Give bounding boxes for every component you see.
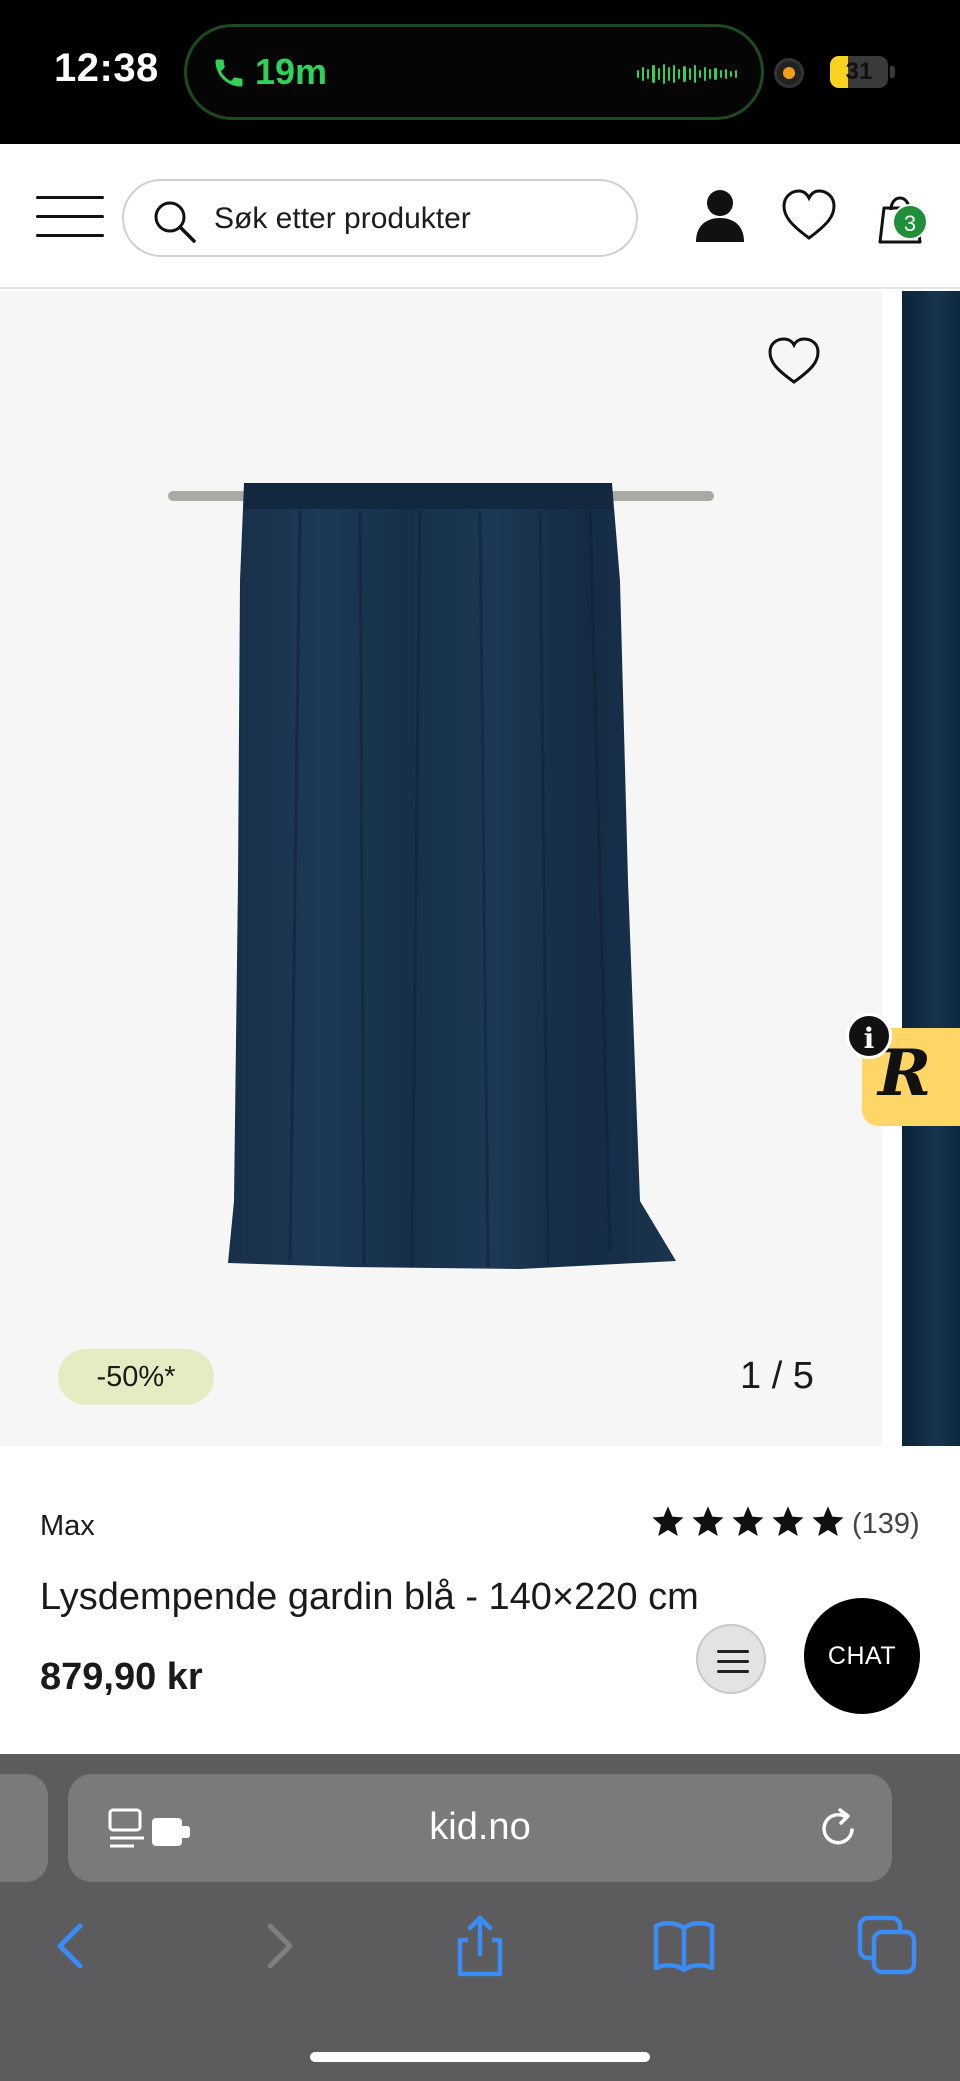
- product-title: Lysdempende gardin blå - 140×220 cm: [40, 1576, 699, 1618]
- heart-icon[interactable]: [780, 188, 838, 244]
- share-icon[interactable]: [448, 1914, 512, 1978]
- discount-badge: -50%*: [58, 1349, 214, 1405]
- star-icon: [772, 1506, 804, 1536]
- star-icon: [652, 1506, 684, 1536]
- product-image: [168, 483, 714, 1269]
- previous-tab-peek[interactable]: [0, 1774, 48, 1882]
- product-image-slide[interactable]: -50%* 1 / 5: [0, 291, 882, 1446]
- star-icon: [732, 1506, 764, 1536]
- forward-icon[interactable]: [246, 1914, 310, 1978]
- search-input[interactable]: Søk etter produkter: [122, 179, 638, 257]
- product-price: 879,90 kr: [40, 1656, 203, 1698]
- product-brand[interactable]: Max: [40, 1510, 95, 1543]
- star-icon: [692, 1506, 724, 1536]
- home-indicator[interactable]: [310, 2052, 650, 2062]
- next-product-image-slide[interactable]: [902, 291, 960, 1446]
- battery-level: 31: [845, 58, 873, 85]
- app-screen: 12:38 19m 31 Søk etter produkter 3 -50%*…: [0, 0, 960, 2081]
- search-placeholder: Søk etter produkter: [214, 202, 471, 235]
- bookmarks-icon[interactable]: [652, 1914, 716, 1978]
- search-icon: [154, 201, 196, 243]
- recording-indicator-icon: [774, 58, 804, 88]
- product-info: Max (139) Lysdempende gardin blå - 140×2…: [0, 1446, 960, 1754]
- add-to-wishlist-icon[interactable]: [766, 336, 822, 386]
- menu-button[interactable]: [696, 1624, 766, 1694]
- audio-waveform-icon: [637, 57, 738, 91]
- address-bar[interactable]: kid.no: [68, 1774, 892, 1882]
- user-icon[interactable]: [694, 188, 746, 244]
- chat-button[interactable]: CHAT: [804, 1598, 920, 1714]
- info-icon[interactable]: i: [846, 1013, 892, 1059]
- menu-icon[interactable]: [36, 196, 104, 238]
- url-text: kid.no: [429, 1806, 531, 1848]
- back-icon[interactable]: [40, 1914, 104, 1978]
- rating-stars[interactable]: [650, 1504, 846, 1540]
- tabs-icon[interactable]: [856, 1914, 920, 1978]
- slide-counter: 1 / 5: [740, 1355, 814, 1397]
- dynamic-island-call[interactable]: 19m: [184, 24, 764, 120]
- star-icon: [812, 1506, 844, 1536]
- status-bar: 12:38 19m 31: [0, 0, 960, 144]
- browser-chrome: kid.no: [0, 1754, 960, 2081]
- site-header: Søk etter produkter 3: [0, 144, 960, 289]
- battery-icon: 31: [830, 56, 888, 88]
- phone-icon: [215, 59, 243, 87]
- reload-icon[interactable]: [816, 1806, 860, 1850]
- review-count[interactable]: (139): [852, 1508, 920, 1541]
- battery-tip: [890, 66, 895, 78]
- product-image-carousel[interactable]: -50%* 1 / 5 R i: [0, 291, 960, 1446]
- call-duration: 19m: [255, 51, 328, 92]
- cart-count-badge: 3: [892, 204, 928, 240]
- clock: 12:38: [54, 46, 159, 90]
